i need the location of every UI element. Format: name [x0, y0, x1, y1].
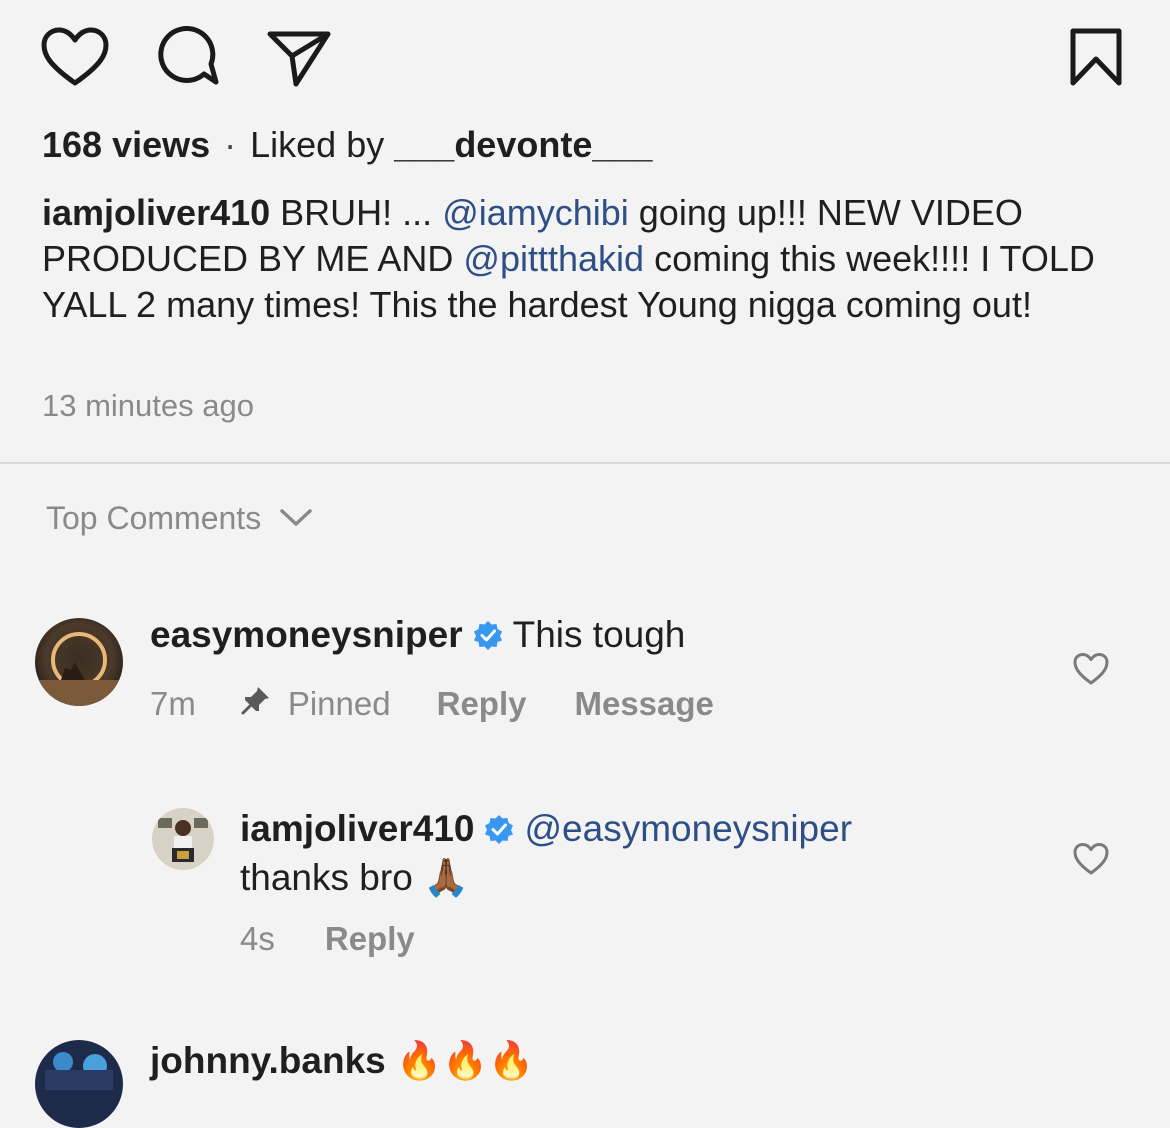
- comment-like-button[interactable]: [1072, 842, 1110, 876]
- message-button[interactable]: Message: [574, 685, 713, 723]
- comment-username[interactable]: iamjoliver410: [240, 808, 474, 849]
- comment-mention[interactable]: @easymoneysniper: [524, 808, 852, 849]
- comment-meta: 4s Reply: [240, 920, 415, 958]
- comment-body: easymoneysniper This tough: [150, 614, 685, 659]
- section-divider: [0, 462, 1170, 464]
- verified-badge-icon: [473, 617, 503, 659]
- view-count[interactable]: 168 views: [42, 124, 210, 165]
- user-avatar-image: [152, 808, 214, 870]
- reply-button[interactable]: Reply: [325, 920, 415, 958]
- comment-time: 7m: [150, 685, 196, 722]
- share-button[interactable]: [266, 28, 332, 88]
- post-caption: iamjoliver410 BRUH! ... @iamychibi going…: [42, 190, 1137, 328]
- fire-emoji: 🔥🔥🔥: [396, 1040, 535, 1081]
- comment-body: johnny.banks 🔥🔥🔥: [150, 1040, 534, 1083]
- comment-like-button[interactable]: [1072, 652, 1110, 686]
- save-button[interactable]: [1068, 26, 1124, 88]
- comment-body: iamjoliver410 @easymoneysniper thanks bro …: [240, 806, 1000, 901]
- user-avatar-image: [35, 1040, 123, 1128]
- avatar[interactable]: [35, 618, 123, 706]
- liked-by-prefix: Liked by: [250, 124, 385, 165]
- caption-username[interactable]: iamjoliver410: [42, 192, 270, 233]
- pinned-label: Pinned: [287, 685, 391, 722]
- caption-mention[interactable]: @iamychibi: [442, 192, 629, 233]
- sunset-avatar-image: [35, 618, 123, 706]
- comment-username[interactable]: johnny.banks: [150, 1040, 386, 1081]
- heart-icon: [1072, 652, 1110, 686]
- separator-dot: ·: [224, 124, 237, 165]
- heart-icon: [40, 26, 110, 88]
- comment-bubble-icon: [154, 26, 220, 88]
- caption-text: BRUH! ...: [270, 192, 443, 233]
- paper-plane-icon: [266, 28, 332, 88]
- liked-by-user[interactable]: ___devonte___: [394, 124, 652, 165]
- bookmark-icon: [1068, 26, 1124, 88]
- comment-username[interactable]: easymoneysniper: [150, 614, 463, 655]
- verified-badge-icon: [484, 809, 514, 855]
- like-button[interactable]: [40, 26, 110, 88]
- comment-text: This tough: [512, 614, 686, 655]
- pin-icon: [240, 684, 272, 724]
- post-stats: 168 views · Liked by ___devonte___: [42, 124, 652, 166]
- comment-time: 4s: [240, 920, 275, 957]
- comment-meta: 7m Pinned Reply Message: [150, 684, 714, 724]
- comments-sort-dropdown[interactable]: Top Comments: [46, 500, 313, 537]
- reply-button[interactable]: Reply: [437, 685, 527, 723]
- post-timestamp: 13 minutes ago: [42, 388, 254, 423]
- heart-icon: [1072, 842, 1110, 876]
- comment-button[interactable]: [154, 26, 220, 88]
- chevron-down-icon: [279, 500, 313, 537]
- avatar[interactable]: [152, 808, 214, 870]
- comments-sort-label: Top Comments: [46, 500, 262, 536]
- caption-mention[interactable]: @pittthakid: [463, 238, 644, 279]
- avatar[interactable]: [35, 1040, 123, 1128]
- comment-text: thanks bro: [240, 857, 424, 898]
- pray-emoji: 🙏🏾: [423, 857, 470, 898]
